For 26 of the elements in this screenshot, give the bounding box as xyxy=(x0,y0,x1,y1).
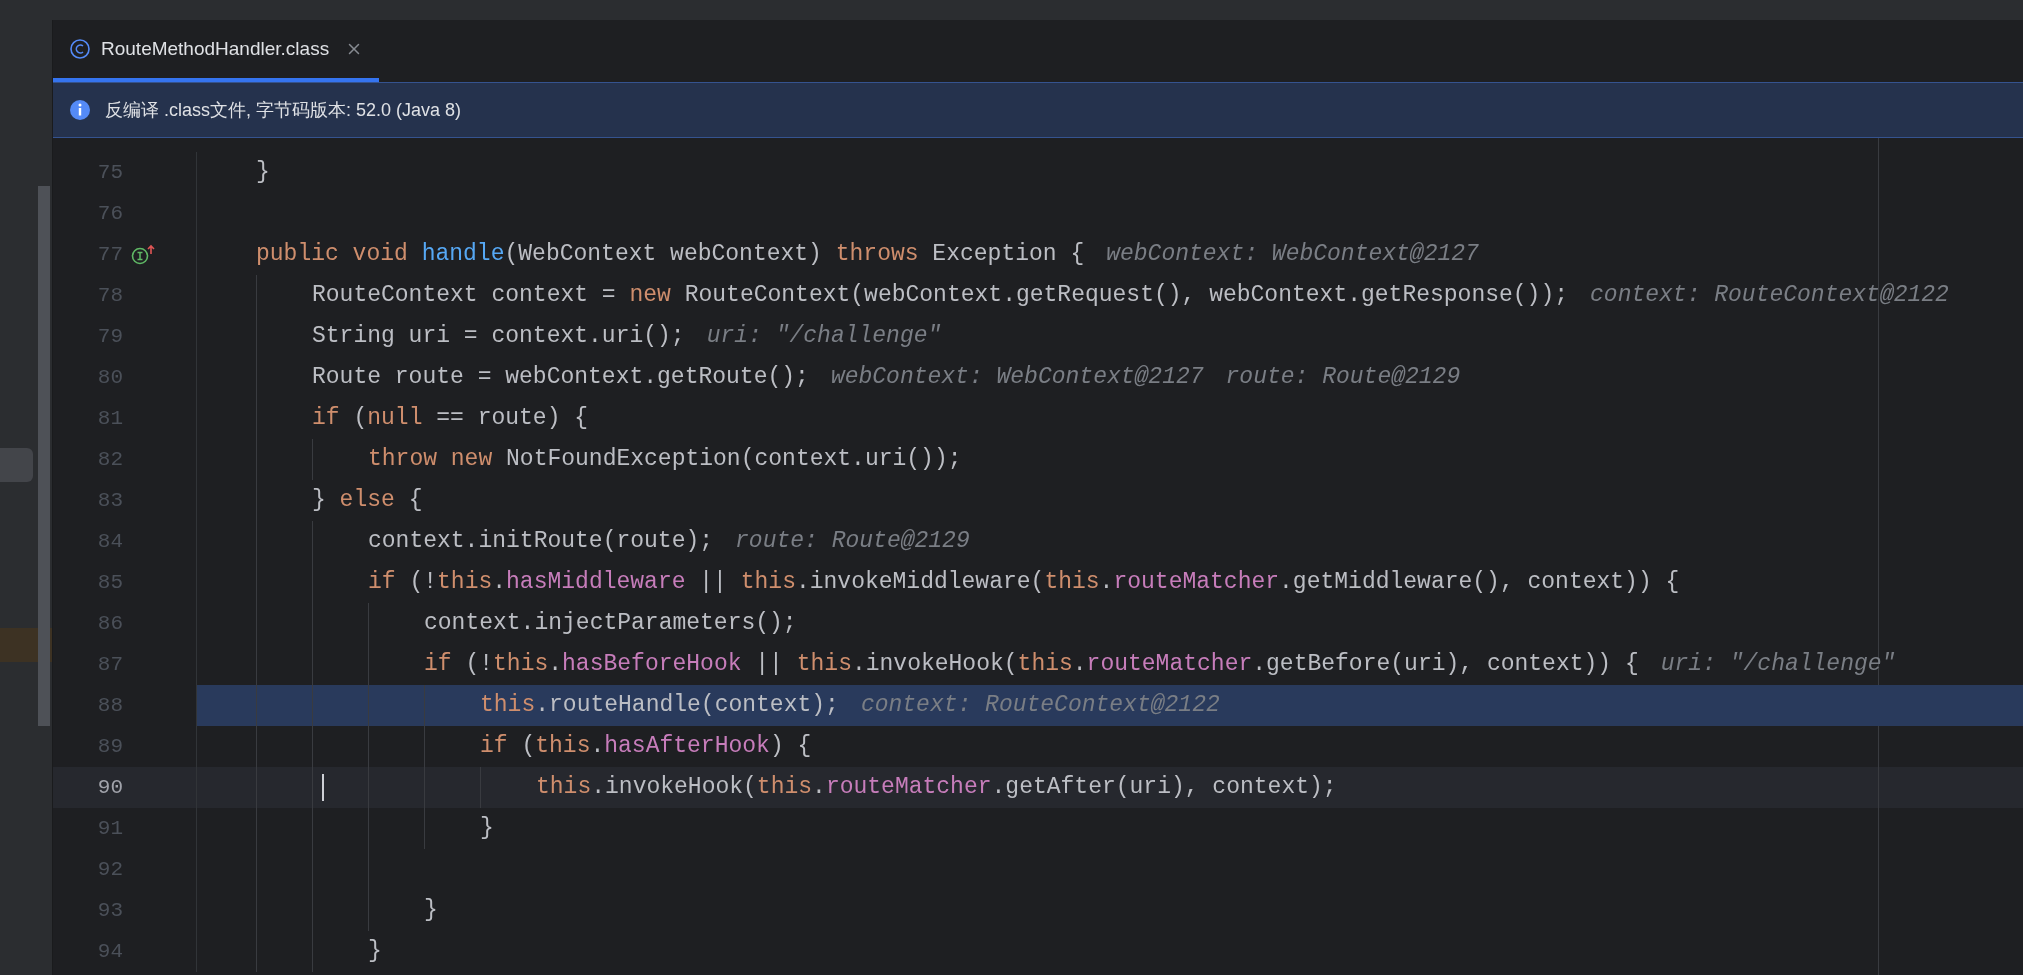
class-icon xyxy=(69,38,91,60)
code-line: Route route = webContext.getRoute(); webContext: WebContext@2127 route: Route@2129 xyxy=(312,363,1461,393)
code-line: String uri = context.uri(); uri: "/challenge" xyxy=(312,322,942,352)
code-line: } xyxy=(480,814,494,844)
code-line: } xyxy=(368,937,382,967)
list-item-highlight xyxy=(0,448,33,482)
implements-marker-icon[interactable] xyxy=(131,243,157,266)
code-line: RouteContext context = new RouteContext(webContext.getRequest(), webContext.getResponse()); context: RouteContext@2122 xyxy=(312,281,1949,311)
code-line: context.injectParameters(); xyxy=(424,609,797,639)
code-line: throw new NotFoundException(context.uri()); xyxy=(368,445,962,475)
code-line: context.initRoute(route); route: Route@2129 xyxy=(368,527,970,557)
code-line: } else { xyxy=(312,486,423,516)
code-line: this.routeHandle(context); context: RouteContext@2122 xyxy=(480,691,1220,721)
code-line: if (this.hasAfterHook) { xyxy=(480,732,812,762)
code-line: } xyxy=(424,896,438,926)
text-caret xyxy=(322,774,324,801)
scrollbar-thumb[interactable] xyxy=(38,186,50,726)
code-line: if (!this.hasBeforeHook || this.invokeHook(this.routeMatcher.getBefore(uri), context)) { uri: "/challenge" xyxy=(424,650,1896,680)
banner-text: 反编译 .class文件, 字节码版本: 52.0 (Java 8) xyxy=(105,98,462,122)
code-line: } xyxy=(256,158,270,188)
info-icon xyxy=(69,99,91,121)
code-line: if (null == route) { xyxy=(312,404,589,434)
code-line: this.invokeHook(this.routeMatcher.getAfter(uri), context); xyxy=(536,773,1337,803)
code-line: if (!this.hasMiddleware || this.invokeMiddleware(this.routeMatcher.getMiddleware(), context)) { xyxy=(368,568,1680,598)
line-number: 90 xyxy=(96,774,123,801)
code-line: public void handle(WebContext webContext) throws Exception { webContext: WebContext@2127 xyxy=(256,240,1479,270)
